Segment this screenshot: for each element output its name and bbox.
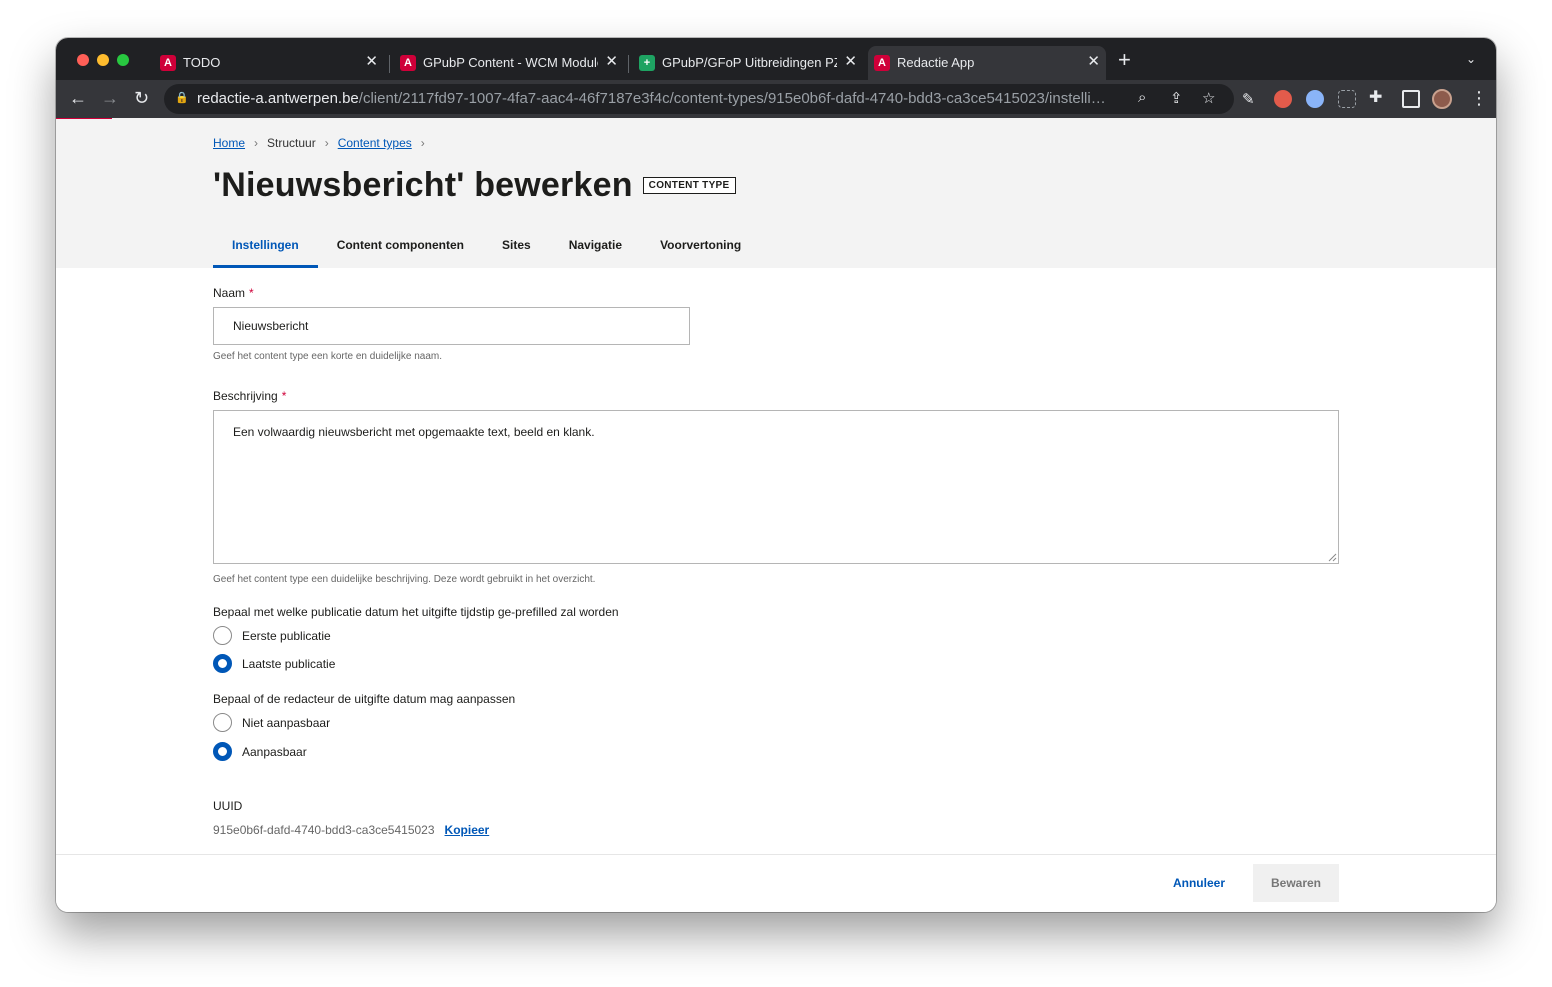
radio-option-niet-aanpasbaar[interactable]: Niet aanpasbaar (213, 713, 330, 732)
chevron-right-icon: › (254, 136, 259, 150)
record-extension-icon[interactable] (1274, 90, 1292, 108)
side-panel-icon[interactable] (1402, 90, 1420, 108)
browser-window: A TODO ✕ A GPubP Content - WCM Module ✕ … (56, 38, 1496, 912)
brand-accent-line (56, 118, 112, 119)
name-help-text: Geef het content type een korte en duide… (213, 351, 443, 362)
radio-label: Aanpasbaar (242, 744, 307, 759)
resize-handle-icon[interactable] (1328, 553, 1337, 562)
pen-extension-icon[interactable]: ✎ (1242, 90, 1260, 108)
lock-icon: 🔒 (175, 92, 189, 104)
radio-button-selected[interactable] (213, 742, 232, 761)
browser-tab-gpubp-gfop[interactable]: + GPubP/GFoP Uitbreidingen PZA ✕ (633, 46, 863, 80)
description-label-text: Beschrijving (213, 389, 278, 403)
required-mark: * (281, 389, 287, 403)
puzzle-extensions-icon[interactable]: ✚ (1369, 88, 1382, 108)
description-textarea[interactable]: Een volwaardig nieuwsbericht met opgemaa… (213, 410, 1339, 564)
browser-tab-strip: A TODO ✕ A GPubP Content - WCM Module ✕ … (56, 38, 1496, 80)
browser-toolbar: ← → ↻ 🔒 redactie-a.antwerpen.be/client/2… (56, 80, 1496, 118)
description-help-text: Geef het content type een duidelijke bes… (213, 574, 596, 585)
close-icon[interactable]: ✕ (605, 54, 618, 70)
tab-instellingen[interactable]: Instellingen (213, 226, 318, 268)
antwerpen-a-icon: A (160, 55, 176, 71)
description-label: Beschrijving * (213, 389, 286, 403)
tab-label: GPubP Content - WCM Module (423, 55, 598, 70)
browser-tab-gpubp-content[interactable]: A GPubP Content - WCM Module ✕ (394, 46, 624, 80)
antwerpen-a-icon: A (400, 55, 416, 71)
radio-button[interactable] (213, 626, 232, 645)
radio-label: Laatste publicatie (242, 656, 336, 671)
breadcrumb-home-link[interactable]: Home (213, 136, 245, 150)
close-icon[interactable]: ✕ (1087, 54, 1100, 70)
save-button[interactable]: Bewaren (1253, 864, 1339, 902)
circle-extension-icon[interactable] (1306, 90, 1324, 108)
chevron-down-icon[interactable]: ⌄ (1466, 52, 1476, 66)
chevron-right-icon: › (420, 136, 425, 150)
radio-option-eerste-publicatie[interactable]: Eerste publicatie (213, 626, 331, 645)
name-label-text: Naam (213, 286, 246, 300)
radio-label: Eerste publicatie (242, 628, 331, 643)
window-zoom-button[interactable] (117, 54, 129, 66)
tab-navigatie[interactable]: Navigatie (550, 226, 641, 268)
close-icon[interactable]: ✕ (365, 54, 378, 70)
tab-divider (628, 55, 629, 73)
forward-arrow-icon[interactable]: → (101, 88, 119, 108)
google-sheets-icon: + (639, 55, 655, 71)
tab-voorvertoning[interactable]: Voorvertoning (641, 226, 760, 268)
tab-divider (389, 55, 390, 73)
copy-uuid-link[interactable]: Kopieer (445, 823, 490, 837)
more-menu-icon[interactable]: ⋮ (1470, 88, 1488, 109)
page-title: 'Nieuwsbericht' bewerken (213, 166, 633, 204)
breadcrumb-structure: Structuur (267, 136, 316, 150)
url-host: redactie-a.antwerpen.be (197, 90, 359, 107)
profile-avatar[interactable] (1432, 89, 1452, 109)
settings-tabs: Instellingen Content componenten Sites N… (213, 226, 760, 268)
zoom-icon[interactable]: ⌕ (1138, 89, 1146, 106)
radio-option-laatste-publicatie[interactable]: Laatste publicatie (213, 654, 335, 673)
reload-icon[interactable]: ↻ (134, 88, 149, 108)
footer-divider (56, 854, 1496, 855)
breadcrumb: Home › Structuur › Content types › (213, 136, 434, 150)
browser-tab-todo[interactable]: A TODO ✕ (154, 46, 384, 80)
content-type-badge: CONTENT TYPE (642, 177, 736, 194)
editable-question: Bepaal of de redacteur de uitgifte datum… (213, 692, 516, 706)
radio-button[interactable] (213, 713, 232, 732)
tab-label: GPubP/GFoP Uitbreidingen PZA (662, 55, 837, 70)
tab-label: Redactie App (897, 55, 975, 70)
publication-question: Bepaal met welke publicatie datum het ui… (213, 605, 619, 619)
window-minimize-button[interactable] (97, 54, 109, 66)
back-arrow-icon[interactable]: ← (69, 88, 87, 108)
window-close-button[interactable] (77, 54, 89, 66)
bookmark-star-icon[interactable]: ☆ (1202, 89, 1215, 107)
radio-button-selected[interactable] (213, 654, 232, 673)
name-label: Naam * (213, 286, 254, 300)
tab-label: TODO (183, 55, 221, 70)
title-row: 'Nieuwsbericht' bewerken CONTENT TYPE (213, 166, 736, 205)
antwerpen-a-icon: A (874, 55, 890, 71)
chevron-right-icon: › (324, 136, 329, 150)
required-mark: * (249, 286, 254, 300)
url-path: /client/2117fd97-1007-4fa7-aac4-46f7187e… (358, 90, 1106, 107)
cancel-button[interactable]: Annuleer (1156, 864, 1242, 902)
radio-option-aanpasbaar[interactable]: Aanpasbaar (213, 742, 307, 761)
uuid-value: 915e0b6f-dafd-4740-bdd3-ca3ce5415023 (213, 823, 435, 837)
tab-content-componenten[interactable]: Content componenten (318, 226, 483, 268)
share-icon[interactable]: ⇪ (1170, 89, 1183, 107)
close-icon[interactable]: ✕ (844, 54, 857, 70)
new-tab-icon[interactable]: + (1118, 49, 1131, 71)
breadcrumb-content-types-link[interactable]: Content types (338, 136, 412, 150)
screenshot-extension-icon[interactable] (1338, 90, 1356, 108)
tab-sites[interactable]: Sites (483, 226, 550, 268)
radio-label: Niet aanpasbaar (242, 715, 331, 730)
uuid-label: UUID (213, 799, 243, 813)
address-bar[interactable]: 🔒 redactie-a.antwerpen.be/client/2117fd9… (164, 84, 1234, 114)
page-content: Home › Structuur › Content types › 'Nieu… (56, 118, 1496, 912)
name-input[interactable] (213, 307, 690, 345)
url-text: redactie-a.antwerpen.be/client/2117fd97-… (197, 90, 1127, 107)
uuid-row: 915e0b6f-dafd-4740-bdd3-ca3ce5415023 Kop… (213, 823, 489, 837)
browser-tab-redactie-app[interactable]: A Redactie App ✕ (868, 46, 1106, 80)
